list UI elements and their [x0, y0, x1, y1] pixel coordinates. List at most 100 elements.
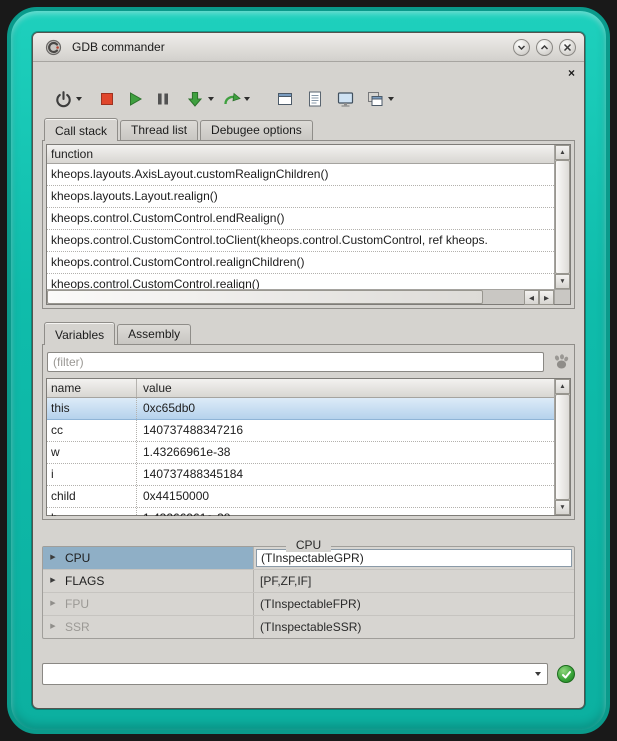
column-function[interactable]: function: [47, 145, 93, 163]
pause-icon: [154, 90, 172, 108]
callstack-pane: function kheops.layouts.AxisLayout.custo…: [42, 140, 575, 309]
close-button[interactable]: [559, 39, 576, 56]
callstack-vertical-scrollbar[interactable]: ▲ ▼: [554, 145, 570, 289]
step-over-dropdown-icon[interactable]: [244, 97, 250, 101]
cpu-tree-row[interactable]: ▶ SSR (TInspectableSSR): [43, 616, 574, 638]
scroll-down-icon[interactable]: ▼: [555, 274, 570, 289]
variables-pane: name value this 0xc65db0 cc 140737488347…: [42, 344, 575, 520]
variable-row[interactable]: i 140737488345184: [47, 464, 554, 486]
show-list-button[interactable]: [304, 88, 326, 110]
document-list-icon: [306, 90, 324, 108]
cpu-group-title: CPU: [43, 538, 574, 552]
pause-button[interactable]: [152, 88, 174, 110]
variable-row[interactable]: b 1.43266961e-38: [47, 508, 554, 516]
vertical-scroll-thumb[interactable]: [555, 394, 570, 500]
window-title: GDB commander: [72, 40, 165, 54]
tab-thread-list[interactable]: Thread list: [120, 120, 198, 140]
show-monitor-button[interactable]: [334, 88, 356, 110]
callstack-horizontal-scrollbar[interactable]: ◀ ▶: [47, 289, 554, 304]
play-icon: [126, 90, 144, 108]
callstack-table: function kheops.layouts.AxisLayout.custo…: [46, 144, 571, 305]
stop-icon: [98, 90, 116, 108]
titlebar[interactable]: GDB commander: [33, 33, 584, 62]
expand-icon[interactable]: ▶: [43, 570, 63, 592]
scroll-left-icon[interactable]: ◀: [524, 290, 539, 305]
callstack-header: function: [47, 145, 570, 164]
scroll-up-icon[interactable]: ▲: [555, 145, 570, 160]
paw-icon[interactable]: [552, 353, 570, 371]
scroll-down-icon[interactable]: ▼: [555, 500, 570, 515]
variable-row[interactable]: w 1.43266961e-38: [47, 442, 554, 464]
callstack-row[interactable]: kheops.control.CustomControl.realignChil…: [47, 252, 554, 274]
variable-row[interactable]: cc 140737488347216: [47, 420, 554, 442]
chevron-up-icon: [540, 43, 549, 52]
tab-variables[interactable]: Variables: [44, 322, 115, 345]
column-value[interactable]: value: [137, 379, 570, 397]
variable-row[interactable]: this 0xc65db0: [47, 398, 554, 420]
confirm-button[interactable]: [557, 665, 575, 683]
cpu-groupbox: CPU ▶ CPU (TInspectableGPR) ▶ FLAGS [PF,…: [42, 546, 575, 639]
window-frame: GDB commander ×: [7, 7, 610, 734]
variables-table: name value this 0xc65db0 cc 140737488347…: [46, 378, 571, 516]
cpu-tree-row[interactable]: ▶ FLAGS [PF,ZF,IF]: [43, 570, 574, 593]
step-into-button[interactable]: [184, 88, 206, 110]
tab-call-stack[interactable]: Call stack: [44, 118, 118, 141]
checkmark-icon: [561, 669, 572, 680]
power-icon: [54, 90, 73, 109]
column-name[interactable]: name: [47, 379, 137, 397]
stop-button[interactable]: [96, 88, 118, 110]
window-controls: [513, 39, 576, 56]
form-window-icon: [276, 90, 294, 108]
cpu-tree-row[interactable]: ▶ FPU (TInspectableFPR): [43, 593, 574, 616]
step-over-button[interactable]: [220, 88, 242, 110]
stacked-windows-icon: [366, 90, 384, 108]
callstack-rows: kheops.layouts.AxisLayout.customRealignC…: [47, 164, 570, 296]
combobox-dropdown-button[interactable]: [529, 665, 546, 683]
close-icon: [563, 43, 572, 52]
expand-icon[interactable]: ▶: [43, 616, 63, 638]
command-input[interactable]: [45, 665, 527, 683]
filter-row: [47, 352, 570, 372]
scrollbar-corner: [554, 289, 570, 304]
chevron-down-icon: [535, 672, 541, 676]
show-watch-dropdown-icon[interactable]: [388, 97, 394, 101]
debug-toolbar: [42, 81, 575, 117]
callstack-tabbar: Call stack Thread list Debugee options: [42, 117, 575, 140]
power-button[interactable]: [52, 88, 74, 110]
power-dropdown-icon[interactable]: [76, 97, 82, 101]
vertical-scroll-thumb[interactable]: [555, 160, 570, 274]
filter-input[interactable]: [47, 352, 544, 372]
callstack-row[interactable]: kheops.control.CustomControl.toClient(kh…: [47, 230, 554, 252]
gdb-commander-window: GDB commander ×: [32, 32, 585, 709]
step-over-icon: [222, 90, 241, 109]
window-body: ×: [33, 62, 584, 709]
scroll-right-icon[interactable]: ▶: [539, 290, 554, 305]
minimize-button[interactable]: [513, 39, 530, 56]
app-icon: [45, 39, 62, 56]
variable-row[interactable]: child 0x44150000: [47, 486, 554, 508]
run-button[interactable]: [124, 88, 146, 110]
step-into-icon: [186, 90, 204, 108]
dock-close-icon[interactable]: ×: [568, 67, 575, 79]
dock-header: ×: [42, 62, 575, 81]
callstack-row[interactable]: kheops.control.CustomControl.endRealign(…: [47, 208, 554, 230]
command-combobox[interactable]: [42, 663, 548, 685]
callstack-row[interactable]: kheops.layouts.AxisLayout.customRealignC…: [47, 164, 554, 186]
horizontal-scroll-thumb[interactable]: [47, 290, 483, 304]
tab-assembly[interactable]: Assembly: [117, 324, 191, 344]
variables-vertical-scrollbar[interactable]: ▲ ▼: [554, 379, 570, 515]
step-into-dropdown-icon[interactable]: [208, 97, 214, 101]
variables-header: name value: [47, 379, 570, 398]
expand-icon[interactable]: ▶: [43, 593, 63, 615]
show-form-button[interactable]: [274, 88, 296, 110]
callstack-row[interactable]: kheops.layouts.Layout.realign(): [47, 186, 554, 208]
show-watch-button[interactable]: [364, 88, 386, 110]
variables-rows: this 0xc65db0 cc 140737488347216 w 1.432…: [47, 398, 554, 516]
maximize-button[interactable]: [536, 39, 553, 56]
scroll-track: [483, 290, 524, 304]
monitor-icon: [336, 90, 355, 109]
variables-tabbar: Variables Assembly: [42, 321, 575, 344]
scroll-up-icon[interactable]: ▲: [555, 379, 570, 394]
tab-debugee-options[interactable]: Debugee options: [200, 120, 313, 140]
command-bar: [42, 663, 575, 685]
